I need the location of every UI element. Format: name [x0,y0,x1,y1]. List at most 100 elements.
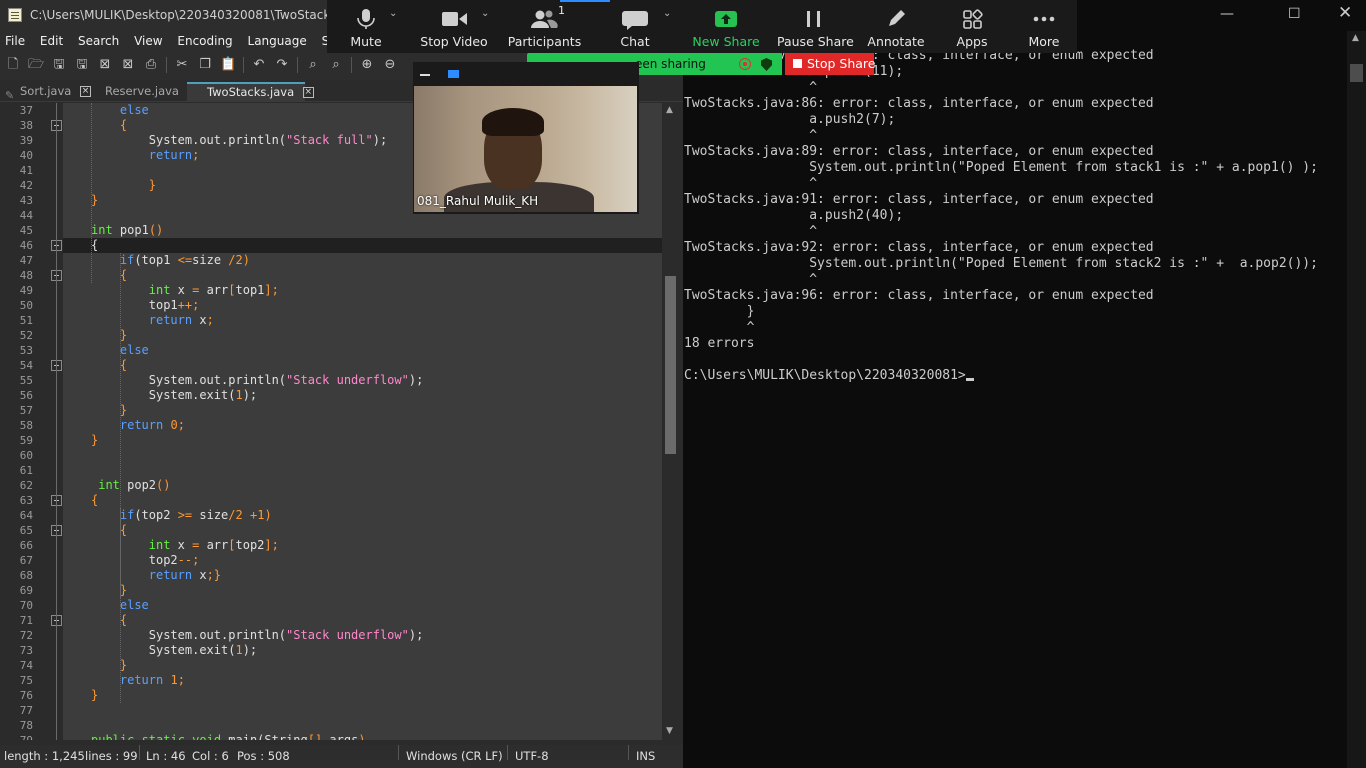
code-line[interactable]: { [120,118,127,133]
line-number: 53 [19,344,33,357]
code-line[interactable]: int x = arr[top2]; [149,538,279,553]
mute-button[interactable]: Mute [337,0,395,53]
stop-share-button[interactable]: Stop Share [785,53,875,75]
code-line[interactable]: top2--; [149,553,200,568]
code-line[interactable]: { [120,268,127,283]
line-number: 72 [19,629,33,642]
code-line[interactable]: if(top2 >= size/2 +1) [120,508,272,523]
code-line[interactable]: else [120,343,149,358]
apps-button[interactable]: Apps [947,0,997,53]
code-line[interactable]: return x; [149,313,214,328]
line-number: 55 [19,374,33,387]
code-line[interactable]: if(top1 <=size /2) [120,253,250,268]
code-line[interactable]: { [91,493,98,508]
more-button[interactable]: More [1019,0,1069,53]
code-line[interactable]: } [120,328,127,343]
status-eol: Windows (CR LF) [406,749,503,763]
code-line[interactable]: System.exit(1); [149,643,257,658]
code-line[interactable]: } [91,193,98,208]
redo-icon[interactable]: ↷ [274,57,290,73]
video-camera-icon [442,12,467,26]
code-line[interactable]: int pop2() [98,478,170,493]
menu-language[interactable]: Language [243,31,311,51]
audio-options-chevron-icon[interactable]: ⌄ [389,8,397,19]
code-line[interactable]: return 1; [120,673,185,688]
annotate-button[interactable]: Annotate [865,0,927,53]
code-line[interactable]: int x = arr[top1]; [149,283,279,298]
new-share-button[interactable]: New Share [691,0,761,53]
code-line[interactable]: System.exit(1); [149,388,257,403]
tab-twostacks-java[interactable]: TwoStacks.java × [187,82,314,102]
close-icon[interactable]: ⊠ [97,57,113,73]
code-line[interactable]: { [120,358,127,373]
video-thumbnail-panel[interactable]: 081_Rahul Mulik_KH [413,62,639,214]
tab-reserve-java[interactable]: Reserve.java × [85,82,199,102]
console-line: TwoStacks.java:89: error: class, interfa… [684,144,1154,159]
chat-options-chevron-icon[interactable]: ⌄ [663,8,671,19]
close-all-icon[interactable]: ⊠ [120,57,136,73]
scroll-up-icon[interactable]: ▲ [666,105,673,115]
code-line[interactable]: } [91,688,98,703]
replace-icon[interactable]: ⌕ [328,57,344,73]
console-scrollbar[interactable]: ▲ [1347,31,1366,768]
copy-icon[interactable]: ❐ [197,57,213,73]
switch-view-icon[interactable] [448,70,459,78]
close-window-icon[interactable]: ✕ [1338,3,1352,23]
video-options-chevron-icon[interactable]: ⌄ [481,8,489,19]
scrollbar-thumb[interactable] [1350,64,1363,82]
editor-scrollbar[interactable]: ▲ ▼ [662,103,679,740]
code-line[interactable]: { [120,523,127,538]
menu-edit[interactable]: Edit [35,31,67,51]
open-file-icon[interactable]: 🗁 [28,57,44,73]
minimize-video-icon[interactable] [420,74,430,76]
cut-icon[interactable]: ✂ [174,57,190,73]
menu-encoding[interactable]: Encoding [172,31,236,51]
code-line[interactable]: return; [149,148,200,163]
tab-sort-java[interactable]: ✎ Sort.java × [0,82,91,102]
code-line[interactable]: } [149,178,156,193]
new-file-icon[interactable]: 🗋 [5,57,21,73]
code-line[interactable]: } [120,658,127,673]
undo-icon[interactable]: ↶ [251,57,267,73]
zoom-in-icon[interactable]: ⊕ [359,57,375,73]
code-line[interactable]: System.out.println("Stack underflow"); [149,373,424,388]
console-line: ^ [684,128,818,143]
menu-view[interactable]: View [129,31,166,51]
console-line: TwoStacks.java:91: error: class, interfa… [684,192,1154,207]
code-line[interactable]: public static void main(String[] args) [91,733,366,740]
code-line[interactable]: } [91,433,98,448]
code-line[interactable]: return x;} [149,568,221,583]
command-prompt-window[interactable]: — ☐ ✕ TwoStacks.java:83: error: class, i… [683,0,1366,768]
maximize-icon[interactable]: ☐ [1288,6,1301,22]
code-line[interactable]: } [120,403,127,418]
pause-share-button[interactable]: Pause Share [777,0,854,53]
minimize-icon[interactable]: — [1220,6,1234,22]
scroll-up-icon[interactable]: ▲ [1352,33,1359,43]
close-tab-icon[interactable]: × [302,87,314,98]
find-icon[interactable]: ⌕ [305,57,321,73]
code-line[interactable]: { [120,613,127,628]
stop-video-button[interactable]: Stop Video [419,0,489,53]
code-line[interactable]: int pop1() [91,223,163,238]
paste-icon[interactable]: 📋 [220,57,236,73]
zoom-out-icon[interactable]: ⊖ [382,57,398,73]
indent-guide [119,508,121,703]
code-line[interactable]: else [120,598,149,613]
code-line[interactable]: { [91,238,98,253]
code-line[interactable]: return 0; [120,418,185,433]
code-line[interactable]: top1++; [149,298,200,313]
save-all-icon[interactable]: 🖫 [74,57,90,73]
scroll-down-icon[interactable]: ▼ [666,726,673,736]
participants-button[interactable]: 1 Participants [507,0,582,53]
print-icon[interactable]: ⎙ [143,57,159,73]
save-icon[interactable]: 🖫 [51,57,67,73]
scrollbar-thumb[interactable] [665,276,676,454]
console-line: System.out.println("Poped Element from s… [684,256,1318,271]
code-line[interactable]: System.out.println("Stack underflow"); [149,628,424,643]
code-line[interactable]: } [120,583,127,598]
code-line[interactable]: else [120,103,149,118]
code-line[interactable]: System.out.println("Stack full"); [149,133,387,148]
menu-file[interactable]: File [0,31,29,51]
chat-button[interactable]: Chat [607,0,663,53]
menu-search[interactable]: Search [73,31,123,51]
